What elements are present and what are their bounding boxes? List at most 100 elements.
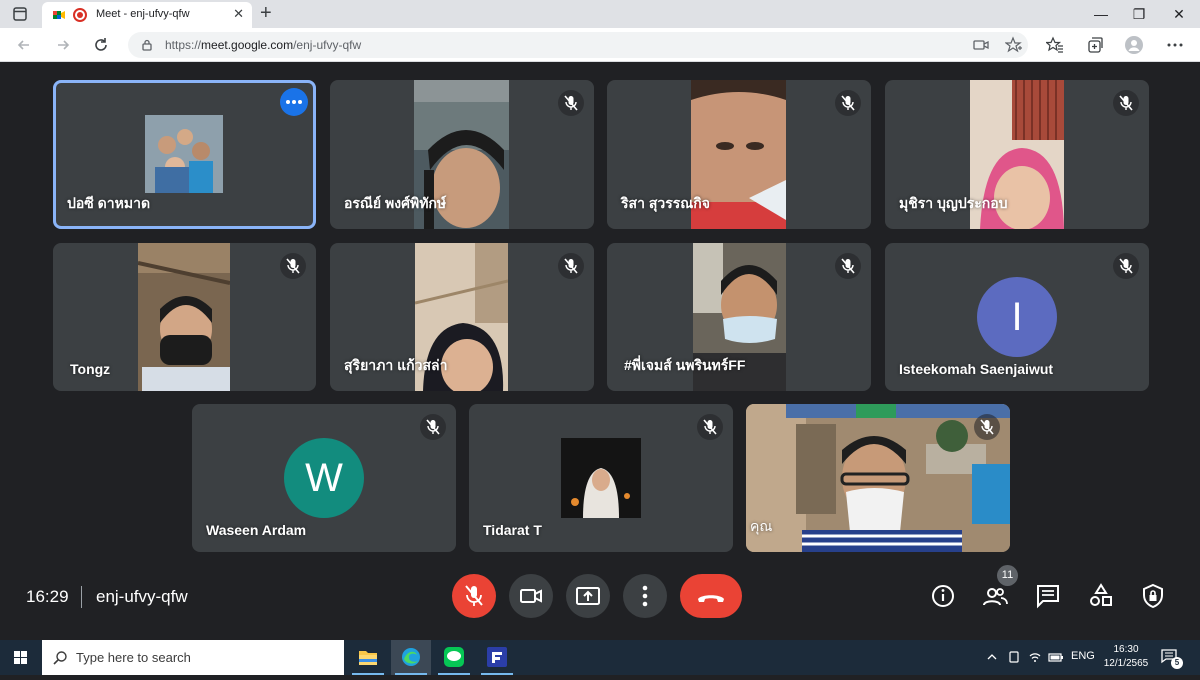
start-button[interactable]: [0, 640, 42, 675]
participant-name: สุริยาภา แก้วสล่า: [344, 357, 448, 373]
mic-off-icon: [420, 414, 446, 440]
notification-center-button[interactable]: 5: [1160, 648, 1184, 669]
device-icon[interactable]: [1007, 650, 1021, 664]
meet-favicon-icon: [53, 11, 65, 19]
tab-close-icon[interactable]: ✕: [233, 7, 244, 21]
participant-tile[interactable]: W Waseen Ardam: [192, 404, 456, 552]
search-icon: [53, 651, 67, 665]
camera-in-use-icon[interactable]: [972, 36, 990, 54]
mic-off-icon: [1113, 90, 1139, 116]
line-chat-icon: [444, 647, 464, 667]
participant-tile[interactable]: I Isteekomah Saenjaiwut: [885, 243, 1149, 391]
meeting-details-icon[interactable]: [929, 582, 957, 610]
address-toolbar: https://meet.google.com/enj-ufvy-qfw: [0, 28, 1200, 62]
participant-tile[interactable]: คุณ: [746, 404, 1010, 552]
participant-video: [746, 404, 1010, 552]
tab-title: Meet - enj-ufvy-qfw: [96, 8, 190, 20]
battery-icon[interactable]: [1048, 650, 1064, 664]
participant-video: [138, 243, 230, 391]
participant-letter-avatar: I: [977, 277, 1057, 357]
participant-photo-avatar: [145, 115, 223, 193]
microphone-toggle-button[interactable]: [452, 574, 496, 618]
app-icon: [487, 647, 507, 667]
camera-toggle-button[interactable]: [509, 574, 553, 618]
favorites-icon[interactable]: [1046, 36, 1064, 54]
wifi-icon[interactable]: [1028, 650, 1042, 664]
more-options-button[interactable]: [280, 88, 308, 116]
language-indicator[interactable]: ENG: [1071, 650, 1095, 662]
minimize-button[interactable]: —: [1093, 6, 1109, 22]
videocam-icon: [520, 589, 542, 603]
file-explorer-app[interactable]: [348, 640, 388, 675]
taskbar-search-box[interactable]: Type here to search: [42, 640, 344, 675]
more-options-button[interactable]: [623, 574, 667, 618]
more-vert-icon: [642, 585, 648, 607]
mic-off-icon: [465, 585, 483, 606]
edge-app[interactable]: [391, 640, 431, 675]
leave-call-button[interactable]: [680, 574, 742, 618]
mic-off-icon: [835, 90, 861, 116]
windows-logo-icon: [14, 651, 27, 664]
url-scheme: https://: [165, 38, 202, 52]
pinned-app[interactable]: [477, 640, 517, 675]
browser-tab-bar: Meet - enj-ufvy-qfw ✕ + — ❐ ✕: [0, 0, 1200, 28]
participant-name: Tongz: [70, 361, 111, 377]
tab-actions-icon[interactable]: [12, 6, 28, 22]
mic-off-icon: [974, 414, 1000, 440]
more-menu-icon[interactable]: [1166, 36, 1184, 54]
mic-off-icon: [835, 253, 861, 279]
participant-tile[interactable]: อรณีย์ พงศ์พิทักษ์: [330, 80, 594, 229]
chat-icon[interactable]: [1034, 582, 1062, 610]
family-photo-icon: [145, 115, 223, 193]
host-controls-icon[interactable]: [1139, 582, 1167, 610]
participant-tile[interactable]: ปอซี ดาหมาด: [53, 80, 316, 229]
participant-tile[interactable]: มุชิรา บุญประกอบ: [885, 80, 1149, 229]
mic-off-icon: [1113, 253, 1139, 279]
reload-icon[interactable]: [91, 35, 111, 55]
participant-name: Isteekomah Saenjaiwut: [899, 361, 1054, 377]
activities-icon[interactable]: [1087, 582, 1115, 610]
notification-count-badge: 5: [1171, 657, 1183, 669]
meeting-code: enj-ufvy-qfw: [96, 587, 188, 606]
clock-date: 12/1/2565: [1103, 658, 1149, 669]
people-icon[interactable]: [981, 582, 1009, 610]
lock-icon[interactable]: [140, 38, 154, 52]
forward-icon[interactable]: [53, 35, 73, 55]
line-app[interactable]: [434, 640, 474, 675]
participant-tile[interactable]: #พี่เจมส์ นพรินทร์FF: [607, 243, 871, 391]
add-favorite-icon[interactable]: [1005, 36, 1023, 54]
present-screen-button[interactable]: [566, 574, 610, 618]
show-hidden-icons-icon[interactable]: [986, 651, 998, 663]
participant-name: คุณ: [750, 518, 773, 534]
participant-tile[interactable]: สุริยาภา แก้วสล่า: [330, 243, 594, 391]
participant-name: #พี่เจมส์ นพรินทร์FF: [624, 357, 746, 373]
clock-time: 16:30: [1113, 644, 1139, 655]
participant-count-badge: 11: [997, 565, 1018, 586]
meeting-time: 16:29: [26, 587, 69, 606]
browser-tab[interactable]: Meet - enj-ufvy-qfw ✕: [42, 2, 252, 28]
taskbar-clock[interactable]: 16:30 12/1/2565: [1100, 643, 1152, 671]
present-icon: [576, 587, 600, 605]
participant-tile[interactable]: Tongz: [53, 243, 316, 391]
folder-icon: [359, 651, 377, 665]
back-icon[interactable]: [14, 35, 34, 55]
maximize-button[interactable]: ❐: [1131, 6, 1147, 22]
new-tab-button[interactable]: +: [260, 3, 272, 23]
participant-name: อรณีย์ พงศ์พิทักษ์: [344, 195, 447, 211]
windows-taskbar: Type here to search ENG 16:30 12/1/2565 …: [0, 640, 1200, 675]
address-bar[interactable]: https://meet.google.com/enj-ufvy-qfw: [128, 32, 1028, 58]
url-host: meet.google.com: [201, 38, 294, 52]
call-end-icon: [698, 595, 724, 602]
url-path: /enj-ufvy-qfw: [293, 38, 362, 52]
portrait-photo-icon: [561, 438, 641, 518]
meet-stage: ปอซี ดาหมาด อรณีย์ พงศ์พิทักษ์ ริสา สุวร…: [0, 62, 1200, 640]
mic-off-icon: [558, 90, 584, 116]
participant-tile[interactable]: ริสา สุวรรณกิจ: [607, 80, 871, 229]
collections-icon[interactable]: [1086, 36, 1104, 54]
profile-avatar-icon[interactable]: [1125, 36, 1143, 54]
participant-tile[interactable]: Tidarat T: [469, 404, 733, 552]
mic-off-icon: [558, 253, 584, 279]
avatar-letter: W: [305, 455, 343, 500]
close-window-button[interactable]: ✕: [1171, 6, 1187, 22]
participant-name: มุชิรา บุญประกอบ: [899, 195, 1008, 211]
